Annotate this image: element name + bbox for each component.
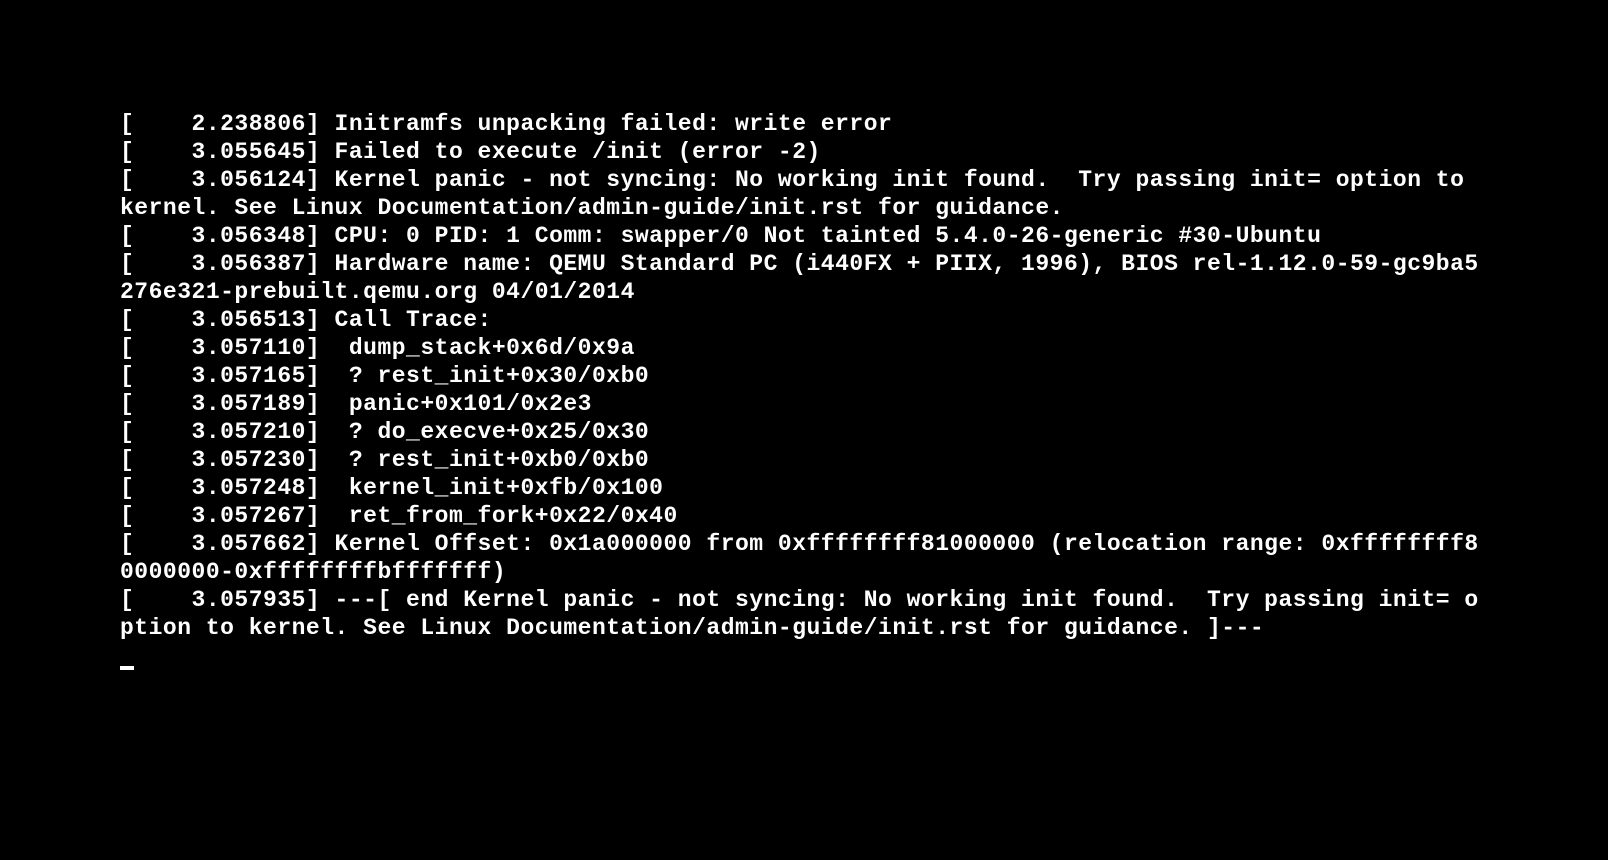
console-line: [ 3.056513] Call Trace:: [120, 307, 492, 333]
console-line: [ 3.057210] ? do_execve+0x25/0x30: [120, 419, 649, 445]
console-line: [ 3.057267] ret_from_fork+0x22/0x40: [120, 503, 678, 529]
kernel-console: [ 2.238806] Initramfs unpacking failed: …: [0, 0, 1608, 670]
console-line: [ 2.238806] Initramfs unpacking failed: …: [120, 111, 892, 137]
console-line: [ 3.056348] CPU: 0 PID: 1 Comm: swapper/…: [120, 223, 1321, 249]
console-line: [ 3.057662] Kernel Offset: 0x1a000000 fr…: [120, 531, 1479, 585]
console-line: [ 3.057935] ---[ end Kernel panic - not …: [120, 587, 1479, 641]
console-line: [ 3.057189] panic+0x101/0x2e3: [120, 391, 592, 417]
console-line: [ 3.056387] Hardware name: QEMU Standard…: [120, 251, 1479, 305]
cursor-icon: [120, 666, 134, 670]
console-line: [ 3.056124] Kernel panic - not syncing: …: [120, 167, 1479, 221]
console-line: [ 3.057248] kernel_init+0xfb/0x100: [120, 475, 664, 501]
console-line: [ 3.057230] ? rest_init+0xb0/0xb0: [120, 447, 649, 473]
console-line: [ 3.055645] Failed to execute /init (err…: [120, 139, 821, 165]
console-line: [ 3.057110] dump_stack+0x6d/0x9a: [120, 335, 635, 361]
console-line: [ 3.057165] ? rest_init+0x30/0xb0: [120, 363, 649, 389]
